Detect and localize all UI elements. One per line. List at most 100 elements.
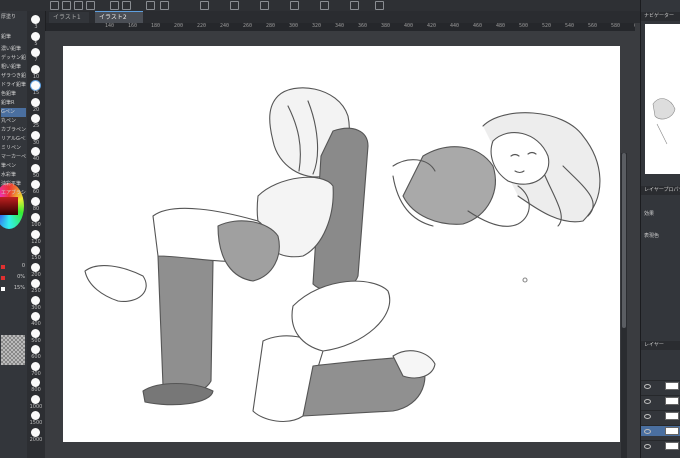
brush-size-dot[interactable]: [31, 328, 40, 338]
brush-size-dot[interactable]: [31, 345, 40, 354]
grid-icon[interactable]: [290, 1, 299, 10]
brush-size-dot[interactable]: [31, 279, 40, 288]
drawing-canvas[interactable]: [63, 46, 620, 442]
brush-size-dot[interactable]: [31, 262, 40, 272]
layer-row-selected[interactable]: [641, 425, 680, 436]
brush-size-label: 500: [31, 337, 41, 344]
navigator-preview: [652, 98, 676, 145]
color-value-row[interactable]: 0%: [0, 274, 27, 282]
transform-icon[interactable]: [160, 1, 169, 10]
save-icon[interactable]: [74, 1, 83, 10]
layer-row[interactable]: [641, 380, 680, 391]
brush-size-dot[interactable]: [31, 196, 40, 206]
color-icon[interactable]: [350, 1, 359, 10]
sub-tool-panel: 厚塗り 鉛筆 濃い鉛筆デッサン鉛筆粗い鉛筆ザラつき鉛筆ドライ鉛筆色鉛筆鉛筆RGペ…: [0, 11, 28, 458]
color-square[interactable]: [0, 197, 18, 215]
navigator-thumbnail[interactable]: [645, 24, 680, 174]
ruler-icon[interactable]: [230, 1, 239, 10]
paper-texture-swatch[interactable]: [1, 335, 25, 365]
tab-illustration-2[interactable]: イラスト2: [95, 11, 143, 23]
sub-tool-item[interactable]: 色鉛筆: [1, 90, 26, 99]
brush-size-label: 30: [32, 139, 40, 146]
brush-size-dot[interactable]: [31, 378, 40, 387]
file-icon[interactable]: [62, 1, 71, 10]
copy-icon[interactable]: [86, 1, 95, 10]
brush-size-dot[interactable]: [31, 180, 40, 189]
sub-tool-group[interactable]: 鉛筆: [1, 33, 26, 42]
tab-illustration-1[interactable]: イラスト1: [49, 12, 89, 23]
brush-size-label: 1000: [29, 403, 43, 410]
sub-tool-item[interactable]: 丸ペン: [1, 117, 26, 126]
brush-size-dot[interactable]: [31, 97, 40, 107]
layer-row[interactable]: [641, 395, 680, 406]
ruler-tick-label: 140: [105, 23, 115, 29]
brush-size-label: 250: [31, 288, 41, 294]
sub-tool-item[interactable]: 鉛筆R: [1, 99, 26, 108]
ruler-tick-label: 420: [427, 23, 437, 29]
brush-size-dot[interactable]: [31, 246, 40, 255]
brush-size-dot[interactable]: [31, 114, 40, 123]
sub-tool-item[interactable]: Gペン: [1, 108, 26, 117]
brush-size-dot[interactable]: [31, 81, 40, 90]
brush-size-label: 60: [32, 189, 40, 195]
visibility-icon[interactable]: [644, 384, 651, 389]
visibility-icon[interactable]: [644, 399, 651, 404]
color-value-row[interactable]: 15%: [0, 285, 27, 293]
vertical-scrollbar[interactable]: [621, 153, 627, 458]
clear-icon[interactable]: [146, 1, 155, 10]
ruler-tick-label: 340: [335, 23, 345, 29]
visibility-icon[interactable]: [644, 414, 651, 419]
redo-icon[interactable]: [122, 1, 131, 10]
sub-tool-item[interactable]: エアブラシ: [1, 189, 26, 198]
layer-row[interactable]: [641, 440, 680, 451]
right-panel: ナビゲーター レイヤープロパティ 効果 表現色 レイヤー: [640, 0, 680, 458]
brush-size-label: 3: [34, 24, 38, 30]
perspective-icon[interactable]: [320, 1, 329, 10]
sub-tool-item[interactable]: デッサン鉛筆: [1, 54, 26, 63]
menu-icon[interactable]: [50, 1, 59, 10]
brush-size-label: 20: [32, 106, 40, 113]
sub-tool-item[interactable]: ザラつき鉛筆: [1, 72, 26, 81]
brush-size-dot[interactable]: [31, 48, 40, 57]
sub-tool-item[interactable]: 濃い鉛筆: [1, 45, 26, 54]
ruler-tick-label: 240: [220, 23, 230, 29]
brush-size-dot[interactable]: [31, 163, 40, 173]
ruler-tick-label: 220: [197, 23, 207, 29]
sub-tool-item[interactable]: 水彩筆: [1, 171, 26, 180]
brush-size-dot[interactable]: [31, 64, 40, 74]
snap-icon[interactable]: [260, 1, 269, 10]
layer-row[interactable]: [641, 410, 680, 421]
brush-size-dot[interactable]: [31, 427, 40, 437]
brush-size-dot[interactable]: [31, 361, 40, 371]
sub-tool-item[interactable]: ミリペン: [1, 144, 26, 153]
undo-icon[interactable]: [110, 1, 119, 10]
brush-size-dot[interactable]: [31, 312, 40, 321]
brush-size-dot[interactable]: [31, 411, 40, 420]
sub-tool-item[interactable]: 筆ペン: [1, 162, 26, 171]
brush-size-dot[interactable]: [31, 213, 40, 222]
scrollbar-thumb[interactable]: [622, 153, 626, 328]
visibility-icon[interactable]: [644, 444, 651, 449]
sub-tool-item[interactable]: カブラペン: [1, 126, 26, 135]
sub-tool-item[interactable]: マーカーペン: [1, 153, 26, 162]
sub-tool-item[interactable]: リアルGペン: [1, 135, 26, 144]
sub-tool-item[interactable]: 粗い鉛筆: [1, 63, 26, 72]
brush-size-dot[interactable]: [31, 229, 40, 239]
brush-size-dot[interactable]: [31, 31, 40, 41]
sub-tool-item[interactable]: ドライ鉛筆: [1, 81, 26, 90]
brush-size-label: 600: [31, 354, 41, 360]
brush-size-label: 400: [31, 321, 41, 327]
brush-size-dot[interactable]: [31, 295, 40, 305]
color-swatch: [1, 276, 5, 280]
settings-icon[interactable]: [375, 1, 384, 10]
sub-tool-item[interactable]: 油彩平筆: [1, 180, 26, 189]
select-icon[interactable]: [200, 1, 209, 10]
ruler-tick-label: 400: [404, 23, 414, 29]
color-value: 0: [21, 263, 25, 269]
brush-size-dot[interactable]: [31, 147, 40, 156]
brush-size-dot[interactable]: [31, 394, 40, 404]
brush-size-dot[interactable]: [31, 15, 40, 24]
brush-size-dot[interactable]: [31, 130, 40, 140]
visibility-icon[interactable]: [644, 429, 651, 434]
color-value-row[interactable]: 0: [0, 263, 27, 271]
